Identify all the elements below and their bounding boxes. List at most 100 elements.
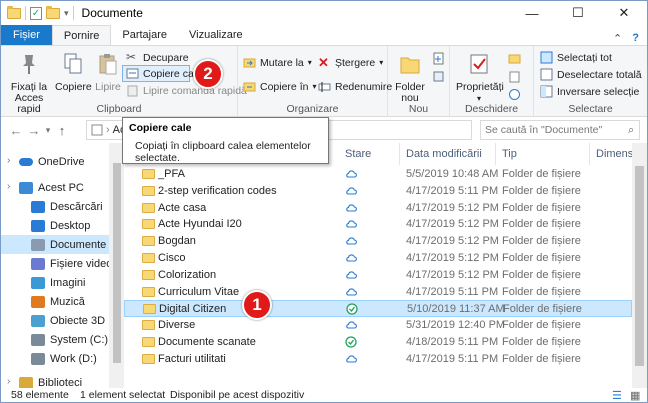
nav-item-muzică[interactable]: Muzică bbox=[1, 292, 109, 311]
nav-item-acest-pc[interactable]: Acest PC bbox=[1, 178, 109, 197]
delete-button[interactable]: ✕ Ștergere ▾ bbox=[318, 56, 383, 69]
table-row[interactable]: _PFA 5/5/2019 10:48 AM Folder de fișiere bbox=[124, 166, 632, 183]
select-none-button[interactable]: Deselectare totală bbox=[540, 68, 642, 81]
folder-icon bbox=[7, 5, 21, 19]
easy-access-icon[interactable] bbox=[432, 70, 445, 83]
new-item-icon[interactable] bbox=[432, 52, 445, 65]
table-row[interactable]: Documente scanate 4/18/2019 5:11 PM Folder… bbox=[124, 334, 632, 351]
nav-item-label: Acest PC bbox=[38, 181, 84, 194]
folder-icon bbox=[142, 269, 155, 280]
tab-home[interactable]: Pornire bbox=[51, 25, 112, 45]
file-name: Cisco bbox=[158, 252, 186, 264]
table-row[interactable]: Cisco 4/17/2019 5:12 PM Folder de fișiere bbox=[124, 250, 632, 267]
nav-item-label: Obiecte 3D bbox=[50, 314, 106, 327]
tooltip-title: Copiere cale bbox=[129, 122, 192, 134]
collapse-ribbon-icon[interactable]: ⌃ bbox=[613, 32, 622, 45]
folder-icon bbox=[142, 353, 155, 364]
cloud-icon bbox=[346, 321, 357, 329]
rename-icon bbox=[318, 82, 331, 92]
ribbon-tabs: Fișier Pornire Partajare Vizualizare ⌃ ? bbox=[1, 25, 647, 45]
nav-item-label: Imagini bbox=[50, 276, 86, 289]
cut-button[interactable]: ✂ Decupare bbox=[126, 51, 189, 64]
table-row[interactable]: Acte casa 4/17/2019 5:12 PM Folder de fiși… bbox=[124, 200, 632, 217]
tab-file[interactable]: Fișier bbox=[1, 25, 52, 45]
maximize-icon[interactable]: ☐ bbox=[555, 1, 601, 25]
copy-to-button[interactable]: Copiere în ▾ bbox=[243, 80, 316, 93]
nav-item-work-d-[interactable]: Work (D:) bbox=[1, 349, 109, 368]
file-name: Colorization bbox=[158, 268, 217, 281]
details-view-icon[interactable]: ☰ bbox=[612, 389, 622, 402]
file-name: Facturi utilitati bbox=[158, 352, 226, 365]
recent-locations-chevron-icon[interactable]: ▾ bbox=[43, 125, 53, 136]
back-arrow-icon[interactable]: ← bbox=[7, 123, 25, 138]
table-row[interactable]: Diverse 5/31/2019 12:40 PM Folder de fișie… bbox=[124, 317, 632, 334]
rename-button[interactable]: Redenumire bbox=[318, 80, 392, 93]
tab-share[interactable]: Partajare bbox=[111, 25, 178, 45]
download-icon bbox=[31, 200, 45, 213]
properties-button[interactable]: Proprietăți ▾ bbox=[456, 52, 504, 104]
nav-item-label: Descărcări bbox=[50, 200, 103, 213]
table-row[interactable]: Curriculum Vitae 4/17/2019 5:11 PM Folder … bbox=[124, 284, 632, 301]
expand-chevron-icon[interactable]: › bbox=[7, 376, 10, 387]
scrollbar-thumb[interactable] bbox=[635, 166, 644, 366]
move-to-button[interactable]: Mutare la ▾ bbox=[243, 56, 312, 69]
availability-status: Disponibil pe acest dispozitiv bbox=[170, 389, 305, 401]
copy-path-button[interactable]: Copiere cale bbox=[126, 67, 202, 80]
up-arrow-icon[interactable]: ↑ bbox=[53, 123, 71, 138]
copy-button[interactable]: Copiere bbox=[55, 52, 92, 93]
nav-scrollbar[interactable] bbox=[109, 143, 124, 388]
vertical-scrollbar[interactable] bbox=[632, 143, 647, 388]
nav-item-system-c-[interactable]: System (C:) bbox=[1, 330, 109, 349]
chevron-down-icon: ▾ bbox=[379, 58, 384, 67]
large-icons-view-icon[interactable]: ▦ bbox=[630, 389, 640, 402]
table-row[interactable]: Digital Citizen 5/10/2019 11:37 AM Folder … bbox=[124, 300, 632, 318]
nav-item-fișiere-video[interactable]: Fișiere video bbox=[1, 254, 113, 273]
cloud-icon bbox=[346, 220, 357, 228]
nav-item-obiecte-3d[interactable]: Obiecte 3D bbox=[1, 311, 109, 330]
column-header-date[interactable]: Data modificării bbox=[406, 148, 482, 160]
minimize-icon[interactable]: — bbox=[509, 1, 555, 25]
nav-item-imagini[interactable]: Imagini bbox=[1, 273, 109, 292]
cloud-icon bbox=[346, 170, 357, 178]
nav-item-desktop[interactable]: Desktop bbox=[1, 216, 109, 235]
open-icon[interactable] bbox=[508, 52, 521, 65]
folder-icon bbox=[142, 185, 155, 196]
help-icon[interactable]: ? bbox=[632, 32, 639, 45]
table-row[interactable]: Bogdan 4/17/2019 5:12 PM Folder de fișiere bbox=[124, 233, 632, 250]
nav-item-descărcări[interactable]: Descărcări bbox=[1, 197, 109, 216]
column-header-type[interactable]: Tip bbox=[502, 148, 517, 160]
close-icon[interactable]: ✕ bbox=[601, 1, 647, 25]
nav-item-label: System (C:) bbox=[50, 333, 109, 346]
new-folder-qa-icon[interactable] bbox=[46, 5, 60, 19]
properties-qa-icon[interactable]: ✓ bbox=[30, 6, 42, 20]
edit-icon[interactable] bbox=[508, 70, 521, 83]
nav-item-documente[interactable]: Documente bbox=[1, 235, 109, 254]
tab-view[interactable]: Vizualizare bbox=[178, 25, 254, 45]
quick-access-toolbar: ✓ ▾ bbox=[1, 5, 74, 20]
forward-arrow-icon[interactable]: → bbox=[25, 123, 43, 138]
expand-chevron-icon[interactable]: › bbox=[7, 181, 10, 192]
paste-shortcut-button[interactable]: Lipire comandă rapidă bbox=[126, 84, 247, 97]
file-explorer-window: ✓ ▾ Documente — ☐ ✕ Fișier Pornire Parta… bbox=[0, 0, 648, 403]
invert-selection-icon bbox=[540, 85, 553, 98]
table-row[interactable]: Acte Hyundai I20 4/17/2019 5:12 PM Folder … bbox=[124, 216, 632, 233]
search-input[interactable]: Se caută în "Documente" ⌕ bbox=[480, 120, 640, 140]
table-row[interactable]: Colorization 4/17/2019 5:12 PM Folder de f… bbox=[124, 267, 632, 284]
new-folder-button[interactable]: Folder nou bbox=[394, 52, 426, 104]
date-modified: 4/17/2019 5:12 PM bbox=[406, 235, 499, 248]
desktop-icon bbox=[31, 219, 45, 232]
table-row[interactable]: Facturi utilitati 4/17/2019 5:11 PM Folder… bbox=[124, 351, 632, 368]
nav-scrollbar-thumb[interactable] bbox=[113, 163, 121, 363]
customize-qa-chevron-icon[interactable]: ▾ bbox=[64, 8, 69, 19]
nav-item-label: Fișiere video bbox=[50, 257, 113, 270]
nav-item-onedrive[interactable]: OneDrive bbox=[1, 152, 109, 171]
select-none-icon bbox=[540, 68, 553, 81]
column-header-state[interactable]: Stare bbox=[345, 148, 371, 160]
group-organize: Mutare la ▾ Copiere în ▾ ✕ Ștergere ▾ Reden… bbox=[238, 46, 392, 118]
history-icon[interactable] bbox=[508, 88, 521, 101]
select-all-button[interactable]: Selectați tot bbox=[540, 51, 612, 64]
table-row[interactable]: 2-step verification codes 4/17/2019 5:11 … bbox=[124, 183, 632, 200]
paste-button[interactable]: Lipire bbox=[93, 52, 123, 93]
expand-chevron-icon[interactable]: › bbox=[7, 155, 10, 166]
invert-selection-button[interactable]: Inversare selecție bbox=[540, 85, 639, 98]
